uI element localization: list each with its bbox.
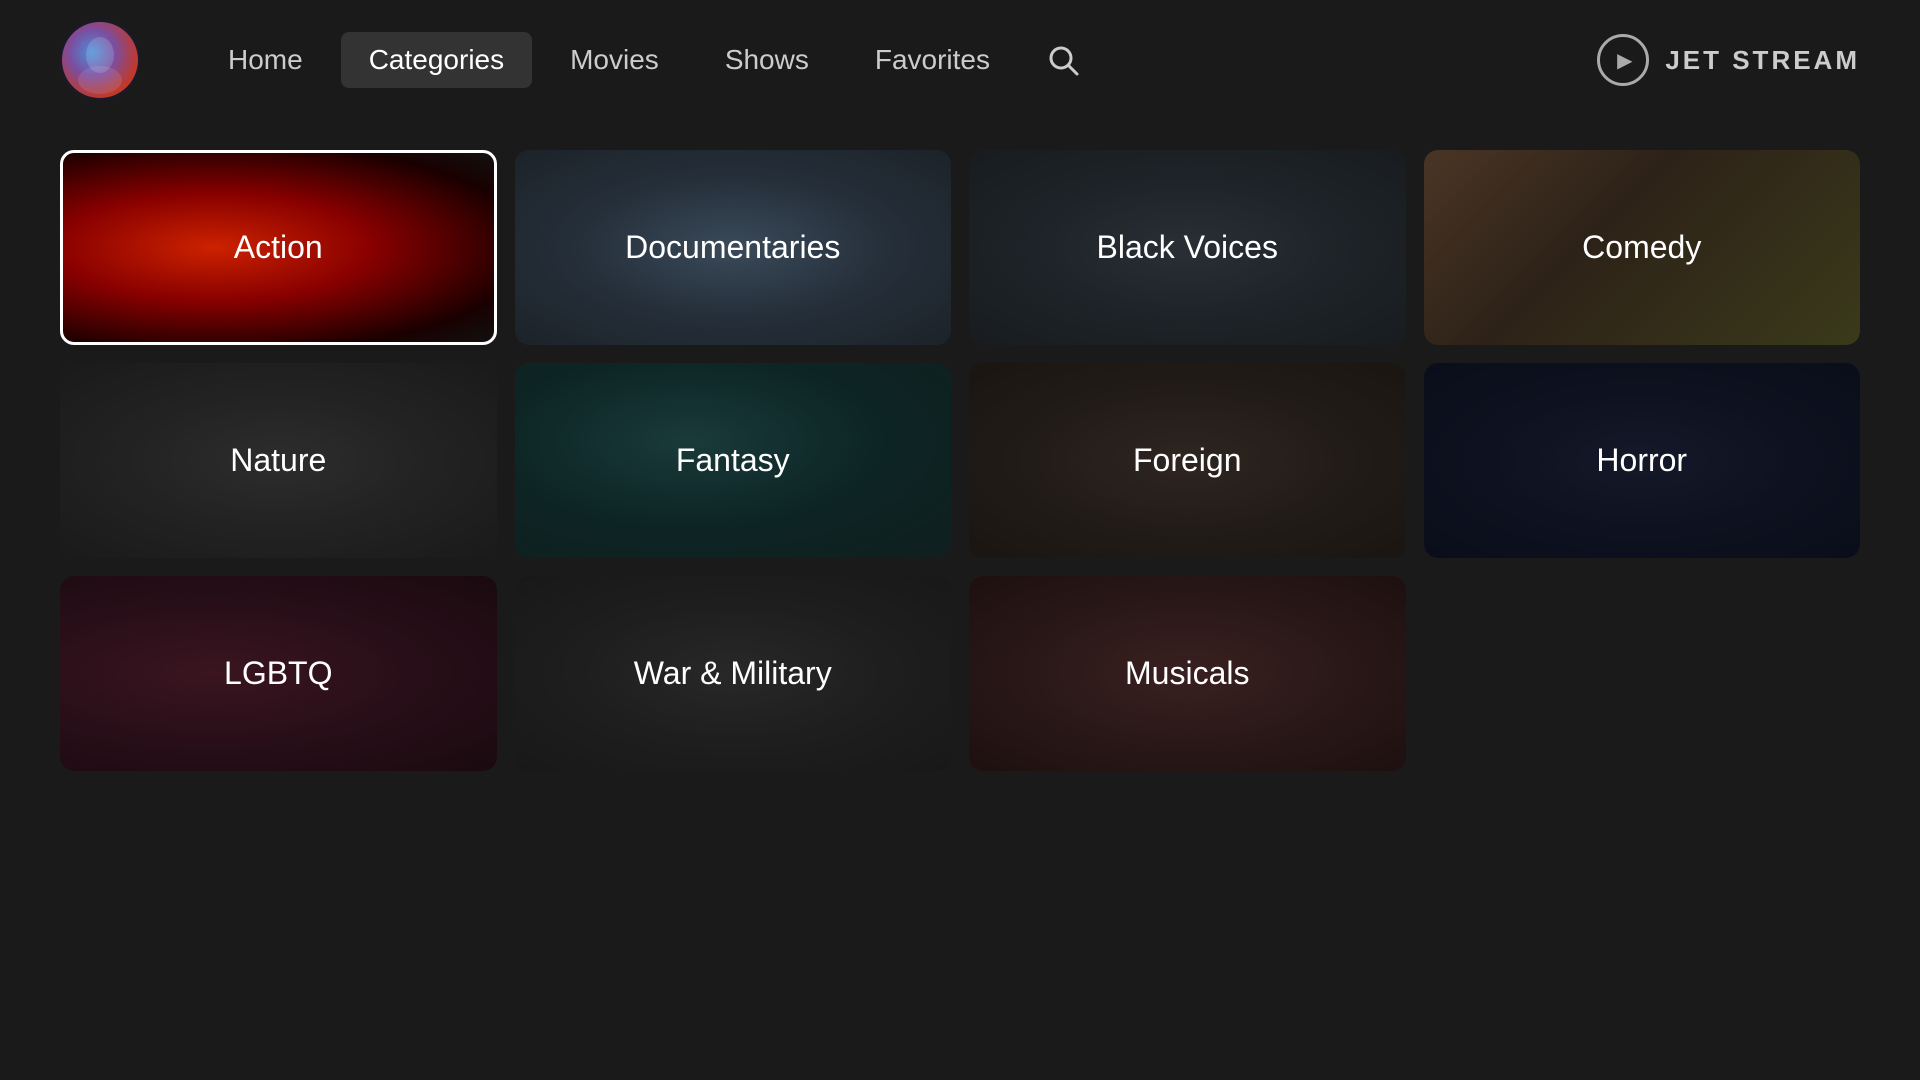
category-card-documentaries[interactable]: Documentaries (515, 150, 952, 345)
category-label-nature: Nature (230, 442, 326, 479)
nav-item-shows[interactable]: Shows (697, 32, 837, 88)
nav-links: Home Categories Movies Shows Favorites (200, 32, 1597, 88)
category-card-nature[interactable]: Nature (60, 363, 497, 558)
category-label-black-voices: Black Voices (1097, 229, 1278, 266)
category-label-lgbtq: LGBTQ (224, 655, 332, 692)
category-card-war-military[interactable]: War & Military (515, 576, 952, 771)
category-label-documentaries: Documentaries (625, 229, 840, 266)
category-card-musicals[interactable]: Musicals (969, 576, 1406, 771)
category-card-fantasy[interactable]: Fantasy (515, 363, 952, 558)
navbar: Home Categories Movies Shows Favorites J… (0, 0, 1920, 120)
category-card-black-voices[interactable]: Black Voices (969, 150, 1406, 345)
category-label-comedy: Comedy (1582, 229, 1701, 266)
category-card-lgbtq[interactable]: LGBTQ (60, 576, 497, 771)
category-card-comedy[interactable]: Comedy (1424, 150, 1861, 345)
category-card-foreign[interactable]: Foreign (969, 363, 1406, 558)
brand-logo: JET STREAM (1597, 34, 1860, 86)
category-label-horror: Horror (1596, 442, 1687, 479)
nav-item-home[interactable]: Home (200, 32, 331, 88)
category-label-musicals: Musicals (1125, 655, 1249, 692)
category-label-foreign: Foreign (1133, 442, 1242, 479)
category-label-action: Action (234, 229, 323, 266)
category-label-fantasy: Fantasy (676, 442, 790, 479)
nav-item-categories[interactable]: Categories (341, 32, 532, 88)
nav-item-favorites[interactable]: Favorites (847, 32, 1018, 88)
brand-play-icon (1597, 34, 1649, 86)
categories-grid: Action Documentaries Black Voices Comedy… (0, 130, 1920, 811)
app-logo[interactable] (60, 20, 140, 100)
brand-name: JET STREAM (1665, 45, 1860, 76)
category-card-action[interactable]: Action (60, 150, 497, 345)
category-label-war-military: War & Military (634, 655, 832, 692)
category-card-horror[interactable]: Horror (1424, 363, 1861, 558)
search-button[interactable] (1038, 35, 1088, 85)
nav-item-movies[interactable]: Movies (542, 32, 687, 88)
